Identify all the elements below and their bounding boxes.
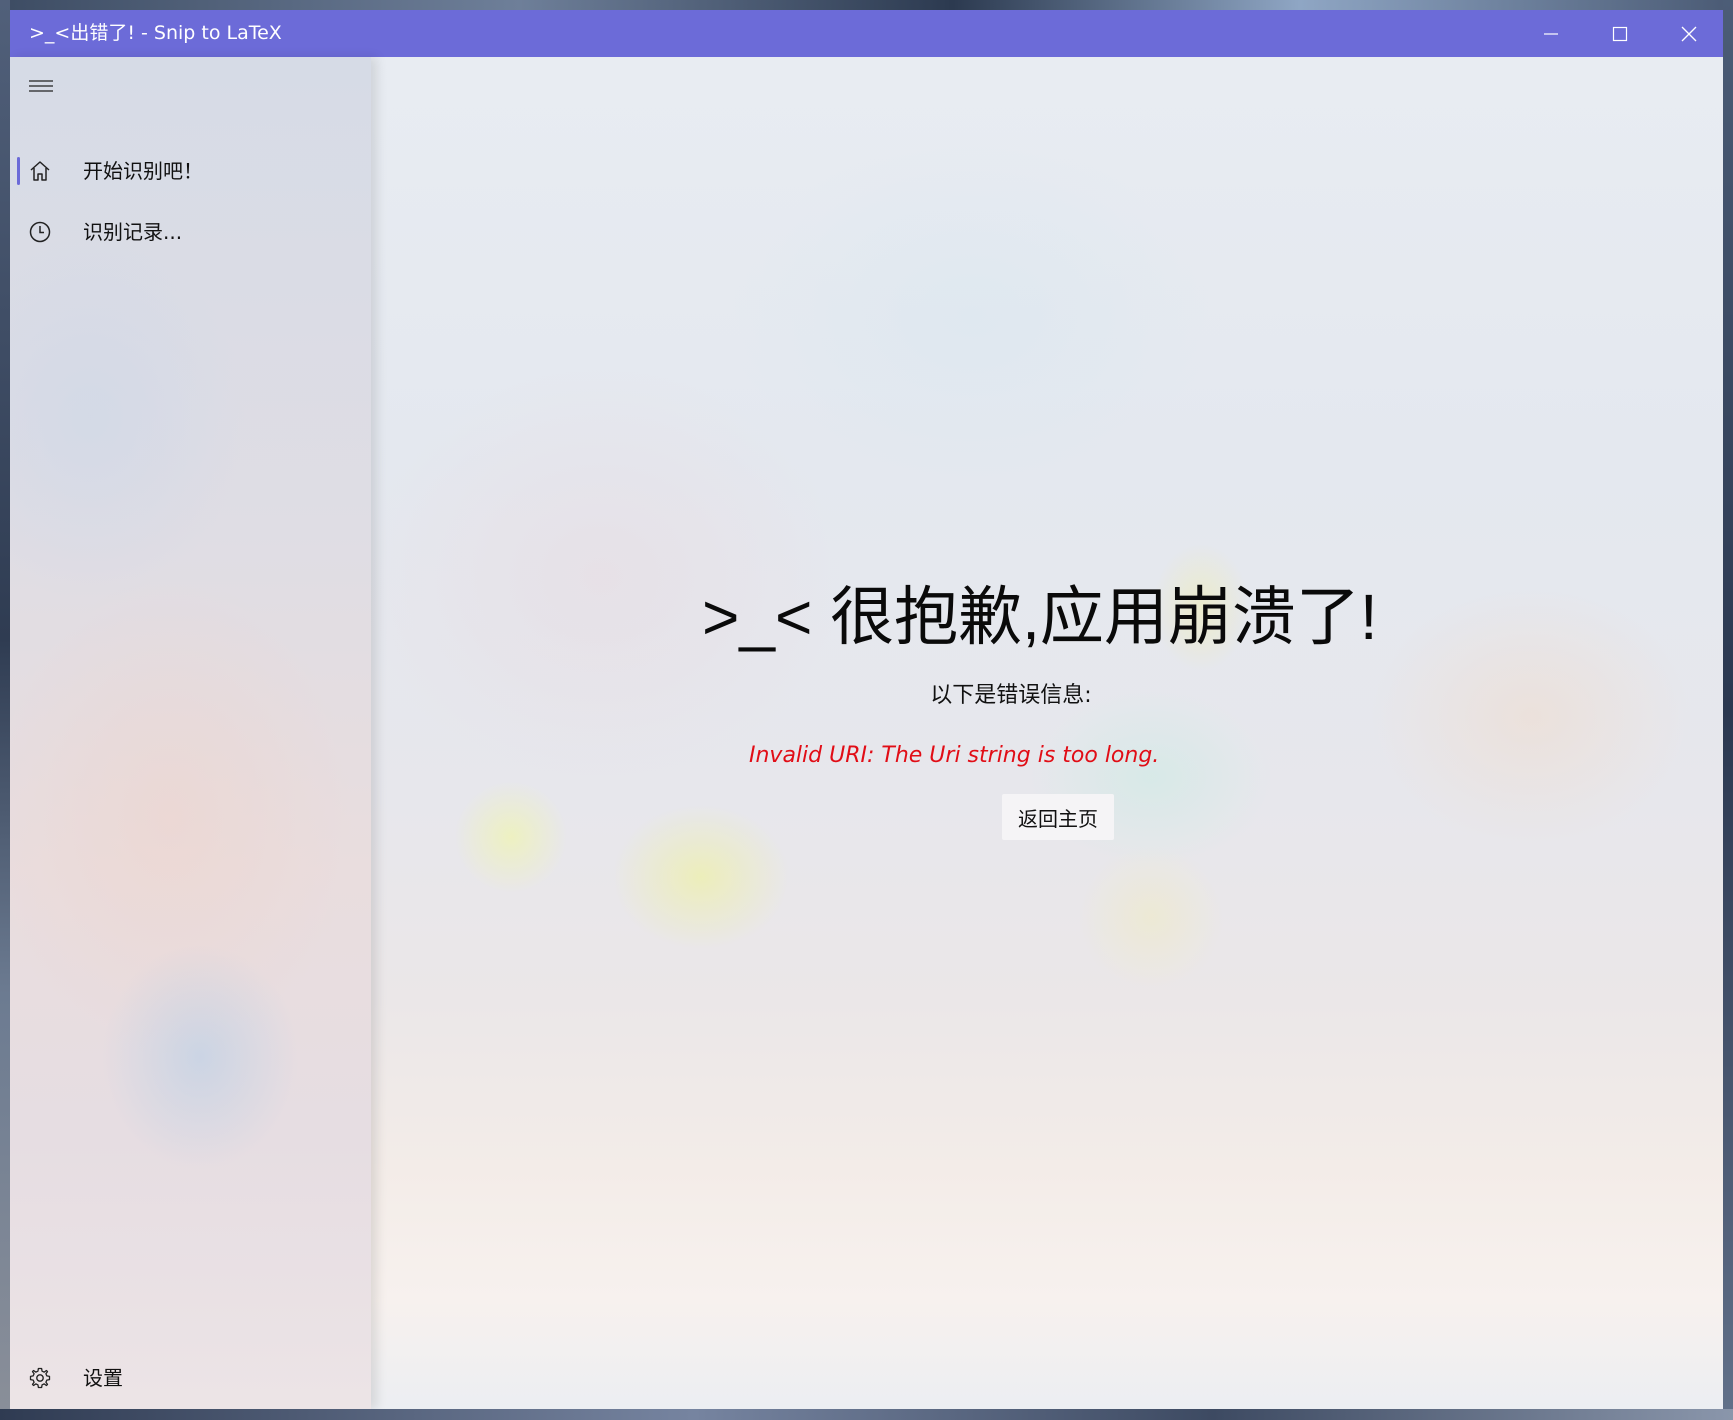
main-content: >_< 很抱歉,应用崩溃了! 以下是错误信息: Invalid URI: The…	[371, 57, 1723, 1409]
nav-item-label: 识别记录...	[83, 220, 183, 244]
hamburger-button[interactable]	[26, 71, 56, 101]
app-window: >_<出错了! - Snip to LaTeX 开始识别吧！ 识别记录... 设…	[10, 10, 1723, 1409]
error-message: Invalid URI: The Uri string is too long.	[749, 743, 1160, 768]
desktop-background-top	[0, 0, 1733, 10]
nav-item-label: 开始识别吧！	[83, 159, 203, 183]
minimize-icon	[1543, 32, 1558, 35]
error-heading: >_< 很抱歉,应用崩溃了!	[702, 581, 1378, 653]
title-bar[interactable]: >_<出错了! - Snip to LaTeX	[10, 10, 1723, 57]
hamburger-icon	[29, 80, 53, 92]
close-button[interactable]	[1654, 10, 1723, 57]
gear-icon	[29, 1367, 51, 1389]
nav-item-label: 设置	[83, 1366, 123, 1390]
nav-item-history[interactable]: 识别记录...	[10, 208, 371, 256]
error-subtitle: 以下是错误信息:	[371, 683, 1723, 709]
nav-item-settings[interactable]: 设置	[10, 1354, 371, 1402]
nav-item-start-recognition[interactable]: 开始识别吧！	[10, 147, 371, 195]
maximize-button[interactable]	[1585, 10, 1654, 57]
desktop-background-left	[0, 0, 10, 1420]
home-icon	[30, 161, 50, 181]
window-title: >_<出错了! - Snip to LaTeX	[29, 22, 282, 44]
minimize-button[interactable]	[1516, 10, 1585, 57]
back-to-home-button[interactable]: 返回主页	[1002, 794, 1114, 840]
close-icon	[1681, 26, 1696, 41]
desktop-background-bottom	[0, 1409, 1733, 1420]
error-subtitle-text: 以下是错误信息:	[930, 683, 1092, 708]
clock-icon	[29, 221, 51, 243]
navigation-pane: 开始识别吧！ 识别记录... 设置	[10, 57, 371, 1409]
maximize-icon	[1612, 26, 1627, 41]
selection-indicator	[17, 157, 20, 185]
desktop-background-right	[1723, 0, 1733, 1420]
